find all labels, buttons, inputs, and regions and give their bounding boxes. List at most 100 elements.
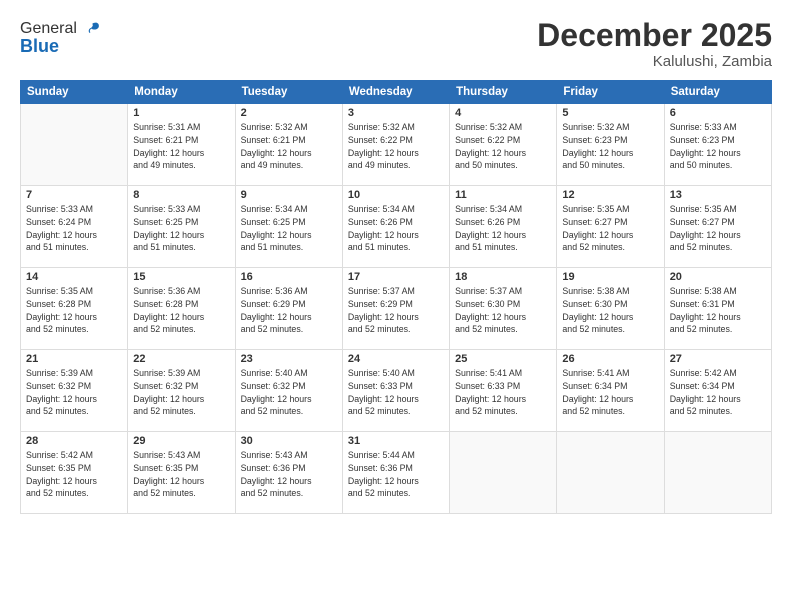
logo: General Blue (20, 18, 101, 57)
day-number: 4 (455, 107, 551, 119)
day-info: Sunrise: 5:36 AMSunset: 6:29 PMDaylight:… (241, 285, 337, 336)
table-row: 5 Sunrise: 5:32 AMSunset: 6:23 PMDaylight… (557, 104, 664, 186)
table-row: 24 Sunrise: 5:40 AMSunset: 6:33 PMDayligh… (342, 350, 449, 432)
table-row: 12 Sunrise: 5:35 AMSunset: 6:27 PMDayligh… (557, 186, 664, 268)
day-info: Sunrise: 5:32 AMSunset: 6:22 PMDaylight:… (455, 121, 551, 172)
day-info: Sunrise: 5:44 AMSunset: 6:36 PMDaylight:… (348, 449, 444, 500)
table-row: 7 Sunrise: 5:33 AMSunset: 6:24 PMDaylight… (21, 186, 128, 268)
table-row: 29Sunrise: 5:43 AMSunset: 6:35 PMDayligh… (128, 432, 235, 514)
day-number: 8 (133, 189, 229, 201)
table-row: 19 Sunrise: 5:38 AMSunset: 6:30 PMDayligh… (557, 268, 664, 350)
day-info: Sunrise: 5:39 AMSunset: 6:32 PMDaylight:… (26, 367, 122, 418)
day-number: 2 (241, 107, 337, 119)
table-row: 23 Sunrise: 5:40 AMSunset: 6:32 PMDayligh… (235, 350, 342, 432)
day-info: Sunrise: 5:35 AMSunset: 6:28 PMDaylight:… (26, 285, 122, 336)
col-thursday: Thursday (450, 81, 557, 104)
day-number: 29 (133, 435, 229, 447)
table-row: 28 Sunrise: 5:42 AMSunset: 6:35 PMDayligh… (21, 432, 128, 514)
col-tuesday: Tuesday (235, 81, 342, 104)
table-row: 2Sunrise: 5:32 AMSunset: 6:21 PMDaylight… (235, 104, 342, 186)
day-number: 25 (455, 353, 551, 365)
day-info: Sunrise: 5:33 AMSunset: 6:25 PMDaylight:… (133, 203, 229, 254)
table-row: 17 Sunrise: 5:37 AMSunset: 6:29 PMDayligh… (342, 268, 449, 350)
logo-bird-icon (79, 18, 101, 40)
table-row: 22Sunrise: 5:39 AMSunset: 6:32 PMDayligh… (128, 350, 235, 432)
table-row: 14 Sunrise: 5:35 AMSunset: 6:28 PMDayligh… (21, 268, 128, 350)
day-number: 9 (241, 189, 337, 201)
day-info: Sunrise: 5:40 AMSunset: 6:33 PMDaylight:… (348, 367, 444, 418)
table-row: 21 Sunrise: 5:39 AMSunset: 6:32 PMDayligh… (21, 350, 128, 432)
table-row: 26Sunrise: 5:41 AMSunset: 6:34 PMDayligh… (557, 350, 664, 432)
day-info: Sunrise: 5:32 AMSunset: 6:23 PMDaylight:… (562, 121, 658, 172)
day-number: 3 (348, 107, 444, 119)
day-info: Sunrise: 5:38 AMSunset: 6:30 PMDaylight:… (562, 285, 658, 336)
table-row (664, 432, 771, 514)
table-row (21, 104, 128, 186)
day-number: 21 (26, 353, 122, 365)
calendar-week-row: 21 Sunrise: 5:39 AMSunset: 6:32 PMDayligh… (21, 350, 772, 432)
col-saturday: Saturday (664, 81, 771, 104)
day-info: Sunrise: 5:37 AMSunset: 6:30 PMDaylight:… (455, 285, 551, 336)
day-number: 5 (562, 107, 658, 119)
day-number: 19 (562, 271, 658, 283)
table-row: 15 Sunrise: 5:36 AMSunset: 6:28 PMDayligh… (128, 268, 235, 350)
day-number: 22 (133, 353, 229, 365)
day-number: 6 (670, 107, 766, 119)
table-row: 10Sunrise: 5:34 AMSunset: 6:26 PMDayligh… (342, 186, 449, 268)
day-info: Sunrise: 5:36 AMSunset: 6:28 PMDaylight:… (133, 285, 229, 336)
location-subtitle: Kalulushi, Zambia (537, 53, 772, 70)
table-row: 4 Sunrise: 5:32 AMSunset: 6:22 PMDaylight… (450, 104, 557, 186)
calendar-week-row: 14 Sunrise: 5:35 AMSunset: 6:28 PMDayligh… (21, 268, 772, 350)
day-info: Sunrise: 5:42 AMSunset: 6:35 PMDaylight:… (26, 449, 122, 500)
day-number: 24 (348, 353, 444, 365)
day-number: 27 (670, 353, 766, 365)
day-number: 13 (670, 189, 766, 201)
table-row: 3 Sunrise: 5:32 AMSunset: 6:22 PMDaylight… (342, 104, 449, 186)
day-info: Sunrise: 5:33 AMSunset: 6:24 PMDaylight:… (26, 203, 122, 254)
table-row (450, 432, 557, 514)
table-row: 31 Sunrise: 5:44 AMSunset: 6:36 PMDayligh… (342, 432, 449, 514)
table-row: 18Sunrise: 5:37 AMSunset: 6:30 PMDayligh… (450, 268, 557, 350)
table-row: 25Sunrise: 5:41 AMSunset: 6:33 PMDayligh… (450, 350, 557, 432)
day-info: Sunrise: 5:32 AMSunset: 6:22 PMDaylight:… (348, 121, 444, 172)
day-info: Sunrise: 5:35 AMSunset: 6:27 PMDaylight:… (562, 203, 658, 254)
col-wednesday: Wednesday (342, 81, 449, 104)
day-number: 28 (26, 435, 122, 447)
day-number: 14 (26, 271, 122, 283)
day-number: 7 (26, 189, 122, 201)
day-number: 10 (348, 189, 444, 201)
day-info: Sunrise: 5:34 AMSunset: 6:25 PMDaylight:… (241, 203, 337, 254)
table-row: 1Sunrise: 5:31 AMSunset: 6:21 PMDaylight… (128, 104, 235, 186)
day-number: 17 (348, 271, 444, 283)
day-info: Sunrise: 5:40 AMSunset: 6:32 PMDaylight:… (241, 367, 337, 418)
col-sunday: Sunday (21, 81, 128, 104)
table-row: 9 Sunrise: 5:34 AMSunset: 6:25 PMDaylight… (235, 186, 342, 268)
table-row: 20 Sunrise: 5:38 AMSunset: 6:31 PMDayligh… (664, 268, 771, 350)
month-year-title: December 2025 (537, 18, 772, 53)
calendar-week-row: 28 Sunrise: 5:42 AMSunset: 6:35 PMDayligh… (21, 432, 772, 514)
day-info: Sunrise: 5:33 AMSunset: 6:23 PMDaylight:… (670, 121, 766, 172)
day-number: 11 (455, 189, 551, 201)
day-number: 20 (670, 271, 766, 283)
day-number: 1 (133, 107, 229, 119)
day-number: 31 (348, 435, 444, 447)
table-row: 16Sunrise: 5:36 AMSunset: 6:29 PMDayligh… (235, 268, 342, 350)
day-number: 15 (133, 271, 229, 283)
table-row: 6 Sunrise: 5:33 AMSunset: 6:23 PMDaylight… (664, 104, 771, 186)
col-friday: Friday (557, 81, 664, 104)
day-number: 23 (241, 353, 337, 365)
col-monday: Monday (128, 81, 235, 104)
day-info: Sunrise: 5:34 AMSunset: 6:26 PMDaylight:… (455, 203, 551, 254)
day-number: 30 (241, 435, 337, 447)
day-info: Sunrise: 5:43 AMSunset: 6:36 PMDaylight:… (241, 449, 337, 500)
table-row (557, 432, 664, 514)
title-block: December 2025 Kalulushi, Zambia (537, 18, 772, 70)
calendar-table: Sunday Monday Tuesday Wednesday Thursday… (20, 80, 772, 514)
table-row: 30 Sunrise: 5:43 AMSunset: 6:36 PMDayligh… (235, 432, 342, 514)
day-info: Sunrise: 5:38 AMSunset: 6:31 PMDaylight:… (670, 285, 766, 336)
table-row: 8 Sunrise: 5:33 AMSunset: 6:25 PMDaylight… (128, 186, 235, 268)
day-number: 26 (562, 353, 658, 365)
table-row: 13Sunrise: 5:35 AMSunset: 6:27 PMDayligh… (664, 186, 771, 268)
day-info: Sunrise: 5:37 AMSunset: 6:29 PMDaylight:… (348, 285, 444, 336)
day-number: 12 (562, 189, 658, 201)
